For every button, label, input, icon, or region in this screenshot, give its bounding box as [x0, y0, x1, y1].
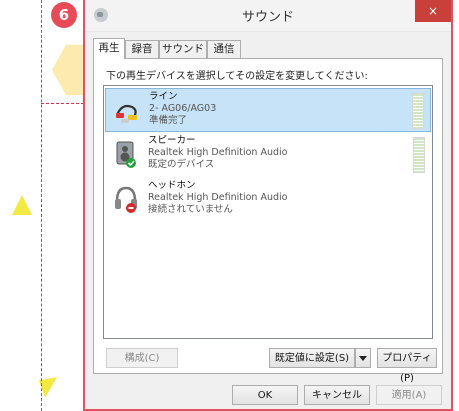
- instruction-text: 下の再生デバイスを選択してその設定を変更してください:: [106, 71, 368, 82]
- set-default-button[interactable]: 既定値に設定(S): [269, 348, 355, 368]
- tab-playback[interactable]: 再生: [93, 38, 125, 59]
- device-status: 準備完了: [149, 115, 188, 126]
- device-name: スピーカー: [148, 135, 196, 146]
- device-text: ヘッドホン Realtek High Definition Audio 接続され…: [148, 180, 287, 216]
- line-cable-icon: [114, 95, 140, 125]
- device-description: Realtek High Definition Audio: [148, 147, 288, 158]
- device-item-line[interactable]: ライン 2- AG06/AG03 準備完了: [105, 88, 431, 132]
- tab-communications[interactable]: 通信: [207, 40, 241, 58]
- decorative-yellow-triangle-bottom: [32, 370, 58, 398]
- device-status: 接続されていません: [148, 204, 233, 215]
- tab-recording[interactable]: 録音: [125, 40, 159, 58]
- ok-button[interactable]: OK: [232, 385, 298, 405]
- window-title: サウンド: [241, 10, 294, 25]
- device-item-speaker[interactable]: スピーカー Realtek High Definition Audio 既定のデ…: [105, 133, 431, 177]
- device-status: 既定のデバイス: [148, 159, 215, 170]
- playback-panel: 下の再生デバイスを選択してその設定を変更してください: ライン 2- AG06/…: [93, 58, 443, 384]
- step-badge: 6: [51, 2, 77, 28]
- volume-meter: [413, 137, 425, 173]
- device-description: 2- AG06/AG03: [149, 103, 217, 114]
- device-description: Realtek High Definition Audio: [148, 192, 288, 203]
- properties-button[interactable]: プロパティ(P): [377, 348, 437, 384]
- device-name: ヘッドホン: [148, 180, 196, 191]
- close-button[interactable]: ×: [415, 0, 451, 22]
- sound-dialog: サウンド × 再生 録音 サウンド 通信 下の再生デバイスを選択してその設定を変…: [83, 0, 453, 411]
- volume-meter: [412, 93, 424, 129]
- apply-button[interactable]: 適用(A): [376, 385, 442, 405]
- device-text: ライン 2- AG06/AG03 準備完了: [149, 91, 216, 127]
- headphones-icon: [113, 184, 139, 214]
- decorative-yellow-triangle: [12, 195, 32, 215]
- device-list[interactable]: ライン 2- AG06/AG03 準備完了 スピーカー Realtek High…: [103, 85, 433, 339]
- tab-sounds[interactable]: サウンド: [159, 40, 207, 58]
- device-text: スピーカー Realtek High Definition Audio 既定のデ…: [148, 135, 287, 171]
- device-name: ライン: [149, 91, 178, 102]
- device-item-headphones[interactable]: ヘッドホン Realtek High Definition Audio 接続され…: [105, 178, 431, 222]
- speaker-icon: [113, 139, 139, 169]
- configure-button[interactable]: 構成(C): [106, 348, 178, 368]
- cancel-button[interactable]: キャンセル: [304, 385, 370, 405]
- title-bar[interactable]: サウンド ×: [85, 0, 451, 32]
- set-default-dropdown-arrow[interactable]: [355, 348, 371, 368]
- guide-dashed-line-vertical: [41, 0, 42, 411]
